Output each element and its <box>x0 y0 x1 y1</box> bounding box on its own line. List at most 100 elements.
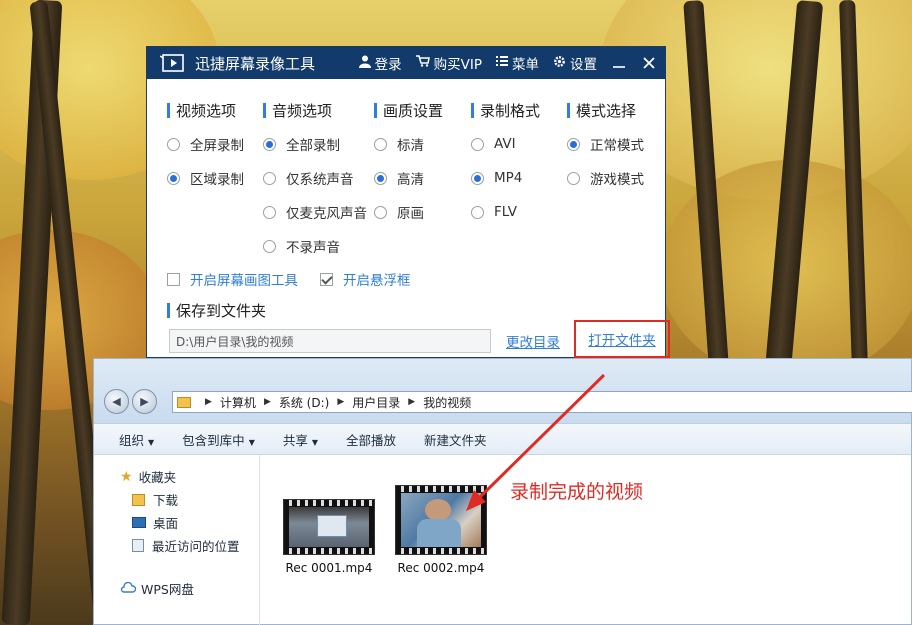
nav-desktop[interactable]: 桌面 <box>94 511 259 534</box>
radio-selected-icon <box>567 137 580 151</box>
radio-label: 全部录制 <box>286 138 340 154</box>
file-item[interactable]: Rec 0002.mp4 <box>387 485 495 575</box>
open-folder-link[interactable]: 打开文件夹 <box>588 329 656 349</box>
radio-circle-icon <box>471 137 484 151</box>
save-path-field[interactable]: D:\用户目录\我的视频 <box>169 329 491 353</box>
address-bar[interactable]: ▶ 计算机 ▶ 系统 (D:) ▶ 用户目录 ▶ 我的视频 <box>172 391 912 413</box>
radio-label: 游戏模式 <box>590 172 644 188</box>
cart-icon <box>415 55 430 71</box>
radio-quality-hd[interactable]: 高清 <box>374 161 443 195</box>
explorer-window: ◀ ▶ ▶ 计算机 ▶ 系统 (D:) ▶ 用户目录 ▶ 我的视频 组织 ▼ 包含… <box>93 358 912 625</box>
recent-places-icon <box>132 539 144 552</box>
nav-label: 下载 <box>153 493 179 508</box>
radio-mode-normal[interactable]: 正常模式 <box>567 127 644 161</box>
breadcrumb-my-videos[interactable]: 我的视频 <box>423 394 471 411</box>
radio-selected-icon <box>263 137 276 151</box>
radio-quality-original[interactable]: 原画 <box>374 195 443 229</box>
file-name: Rec 0001.mp4 <box>285 561 373 575</box>
radio-quality-sd[interactable]: 标清 <box>374 127 443 161</box>
gear-icon <box>553 55 566 72</box>
checkbox-drawing-tool[interactable]: 开启屏幕画图工具 <box>167 269 298 289</box>
radio-label: 仅麦克风声音 <box>286 206 367 222</box>
user-icon <box>358 55 371 72</box>
format-title: 录制格式 <box>480 101 541 120</box>
radio-region[interactable]: 区域录制 <box>167 161 244 195</box>
checkbox-label: 开启屏幕画图工具 <box>190 273 298 289</box>
nav-downloads[interactable]: 下载 <box>94 488 259 511</box>
nav-label: 最近访问的位置 <box>152 539 240 554</box>
navigation-pane: ★ 收藏夹 下载 桌面 最近访问的位置 WPS网盘 <box>94 455 260 625</box>
mode-column: 模式选择 正常模式 游戏模式 <box>567 97 644 195</box>
list-menu-icon <box>496 55 508 71</box>
radio-audio-mic[interactable]: 仅麦克风声音 <box>263 195 367 229</box>
breadcrumb-drive[interactable]: 系统 (D:) <box>279 394 329 411</box>
radio-circle-icon <box>263 205 276 219</box>
save-folder-heading: 保存到文件夹 <box>167 297 266 323</box>
radio-selected-icon <box>471 171 484 185</box>
nav-favorites[interactable]: ★ 收藏夹 <box>94 465 259 488</box>
nav-label: 收藏夹 <box>138 470 177 485</box>
back-button[interactable]: ◀ <box>104 389 129 414</box>
radio-selected-icon <box>374 171 387 185</box>
radio-audio-none[interactable]: 不录声音 <box>263 229 367 263</box>
radio-mode-game[interactable]: 游戏模式 <box>567 161 644 195</box>
nav-recent[interactable]: 最近访问的位置 <box>94 534 259 557</box>
radio-format-mp4[interactable]: MP4 <box>471 161 540 195</box>
quality-column: 画质设置 标清 高清 原画 <box>374 97 443 229</box>
radio-circle-icon <box>374 137 387 151</box>
save-heading-text: 保存到文件夹 <box>176 301 267 320</box>
caret-down-icon: ▼ <box>311 437 319 447</box>
close-button[interactable] <box>641 55 657 71</box>
checkbox-floating-window[interactable]: 开启悬浮框 <box>320 269 411 289</box>
play-all-button[interactable]: 全部播放 <box>346 430 396 449</box>
radio-label: MP4 <box>494 170 523 186</box>
settings-label: 设置 <box>570 57 597 73</box>
share-menu[interactable]: 共享 ▼ <box>283 430 318 449</box>
radio-fullscreen[interactable]: 全屏录制 <box>167 127 244 161</box>
caret-down-icon: ▼ <box>248 437 255 447</box>
radio-circle-icon <box>263 239 276 253</box>
minimize-button[interactable] <box>611 55 627 71</box>
menu-label: 菜单 <box>512 57 539 73</box>
radio-audio-system[interactable]: 仅系统声音 <box>263 161 367 195</box>
format-column: 录制格式 AVI MP4 FLV <box>471 97 540 229</box>
video-thumbnail-icon <box>283 499 375 555</box>
radio-label: FLV <box>494 204 518 220</box>
radio-format-avi[interactable]: AVI <box>471 127 540 161</box>
radio-circle-icon <box>567 171 580 185</box>
nav-wps-drive[interactable]: WPS网盘 <box>94 577 259 600</box>
video-options-title: 视频选项 <box>176 101 237 120</box>
star-icon: ★ <box>120 468 133 485</box>
back-arrow-icon: ◀ <box>112 395 121 408</box>
desktop-icon <box>132 517 146 528</box>
login-label: 登录 <box>374 57 402 73</box>
forward-button[interactable]: ▶ <box>132 389 157 414</box>
organize-menu[interactable]: 组织 ▼ <box>119 430 154 449</box>
buy-vip-button[interactable]: 购买VIP <box>415 53 482 73</box>
include-library-menu[interactable]: 包含到库中 ▼ <box>182 430 255 449</box>
chevron-right-icon: ▶ <box>337 397 345 407</box>
change-directory-link[interactable]: 更改目录 <box>506 331 560 351</box>
menu-button[interactable]: 菜单 <box>496 53 539 73</box>
radio-selected-icon <box>167 171 180 185</box>
new-folder-button[interactable]: 新建文件夹 <box>424 430 487 449</box>
checkbox-label: 开启悬浮框 <box>343 273 411 289</box>
organize-label: 组织 <box>119 432 145 448</box>
settings-button[interactable]: 设置 <box>553 53 597 73</box>
breadcrumb-user-dir[interactable]: 用户目录 <box>352 394 400 411</box>
audio-options-title: 音频选项 <box>272 101 333 120</box>
annotation-text: 录制完成的视频 <box>510 481 644 503</box>
checkbox-checked-icon <box>320 272 333 286</box>
nav-label: WPS网盘 <box>141 582 194 597</box>
login-button[interactable]: 登录 <box>358 53 402 73</box>
radio-audio-all[interactable]: 全部录制 <box>263 127 367 161</box>
explorer-toolbar: 组织 ▼ 包含到库中 ▼ 共享 ▼ 全部播放 新建文件夹 <box>94 423 911 455</box>
camera-play-icon <box>159 52 187 74</box>
vip-label: 购买VIP <box>433 57 482 73</box>
file-item[interactable]: Rec 0001.mp4 <box>275 499 383 575</box>
radio-label: 不录声音 <box>286 240 340 256</box>
radio-label: 全屏录制 <box>190 138 244 154</box>
breadcrumb-computer[interactable]: 计算机 <box>220 394 256 411</box>
radio-format-flv[interactable]: FLV <box>471 195 540 229</box>
radio-circle-icon <box>263 171 276 185</box>
